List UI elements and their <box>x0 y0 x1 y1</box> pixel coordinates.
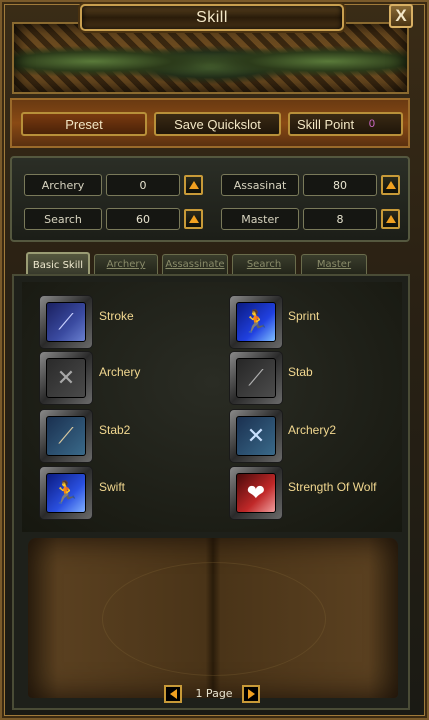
arrow-up-icon <box>385 181 396 189</box>
stat-label: Assasinat <box>221 174 299 196</box>
arrow-left-icon <box>169 689 177 699</box>
action-strip: Preset Save Quickslot Skill Point 0 <box>10 98 410 148</box>
increase-master-button[interactable] <box>381 209 400 229</box>
stroke-icon: ⟋ <box>46 302 86 342</box>
page-indicator: 1 Page <box>195 687 233 700</box>
skill-tab-bar: Basic Skill Archery Assassinate Search M… <box>26 252 406 276</box>
skill-slot-stroke[interactable]: ⟋ <box>39 295 93 349</box>
skill-name-swift: Swift <box>99 480 126 494</box>
skill-point-label: Skill Point <box>297 116 355 132</box>
archery2-icon: ✕ <box>236 416 276 456</box>
stat-value: 80 <box>303 174 377 196</box>
tab-master[interactable]: Master <box>301 254 367 274</box>
skill-name-stab2: Stab2 <box>99 423 131 437</box>
stat-label: Archery <box>24 174 102 196</box>
skill-point-value: 0 <box>368 118 375 130</box>
skill-name-stroke: Stroke <box>99 309 134 323</box>
preset-button[interactable]: Preset <box>21 112 147 136</box>
skill-name-archery2: Archery2 <box>288 423 337 437</box>
skill-slot-archery[interactable]: ✕ <box>39 351 93 405</box>
page-navigator: 1 Page <box>164 685 274 705</box>
stat-label: Search <box>24 208 102 230</box>
swift-icon: 🏃 <box>46 473 86 513</box>
skill-grid: ⟋ Stroke 🏃 Sprint ✕ Archery ⟋ Stab ⟋ Sta… <box>22 282 402 532</box>
skill-slot-strength-of-wolf[interactable]: ❤ <box>229 466 283 520</box>
arrow-up-icon <box>188 181 199 189</box>
stat-value: 0 <box>106 174 180 196</box>
save-quickslot-button[interactable]: Save Quickslot <box>154 112 281 136</box>
skill-slot-sprint[interactable]: 🏃 <box>229 295 283 349</box>
tab-basic-skill[interactable]: Basic Skill <box>26 252 90 276</box>
stat-label: Master <box>221 208 299 230</box>
prev-page-button[interactable] <box>164 685 182 703</box>
tab-archery[interactable]: Archery <box>94 254 158 274</box>
increase-archery-button[interactable] <box>184 175 203 195</box>
skill-slot-archery2[interactable]: ✕ <box>229 409 283 463</box>
skill-name-sprint: Sprint <box>288 309 320 323</box>
mastery-stats-panel: Archery 0 Assasinat 80 Search 60 Master … <box>10 156 410 242</box>
arrow-up-icon <box>385 215 396 223</box>
skill-list-area: ⟋ Stroke 🏃 Sprint ✕ Archery ⟋ Stab ⟋ Sta… <box>12 274 410 710</box>
tab-search[interactable]: Search <box>232 254 296 274</box>
skill-window: Skill X Preset Save Quickslot Skill Poin… <box>0 0 429 720</box>
skill-slot-swift[interactable]: 🏃 <box>39 466 93 520</box>
skill-slot-stab[interactable]: ⟋ <box>229 351 283 405</box>
skill-slot-stab2[interactable]: ⟋ <box>39 409 93 463</box>
close-button[interactable]: X <box>389 4 413 28</box>
sprint-icon: 🏃 <box>236 302 276 342</box>
stat-value: 60 <box>106 208 180 230</box>
archery-icon: ✕ <box>46 358 86 398</box>
header-ornament <box>12 22 409 94</box>
increase-search-button[interactable] <box>184 209 203 229</box>
increase-assasinat-button[interactable] <box>381 175 400 195</box>
stat-value: 8 <box>303 208 377 230</box>
arrow-up-icon <box>188 215 199 223</box>
arrow-right-icon <box>247 689 255 699</box>
skill-name-stab: Stab <box>288 365 313 379</box>
strength-of-wolf-icon: ❤ <box>236 473 276 513</box>
title-bar[interactable]: Skill <box>80 4 344 31</box>
skill-name-strength-of-wolf: Strength Of Wolf <box>288 480 377 494</box>
next-page-button[interactable] <box>242 685 260 703</box>
window-title: Skill <box>196 8 228 26</box>
skill-description-book <box>28 538 398 698</box>
stab-icon: ⟋ <box>236 358 276 398</box>
skill-point-display: Skill Point 0 <box>288 112 403 136</box>
tab-assassinate[interactable]: Assassinate <box>162 254 228 274</box>
skill-name-archery: Archery <box>99 365 141 379</box>
stab2-icon: ⟋ <box>46 416 86 456</box>
